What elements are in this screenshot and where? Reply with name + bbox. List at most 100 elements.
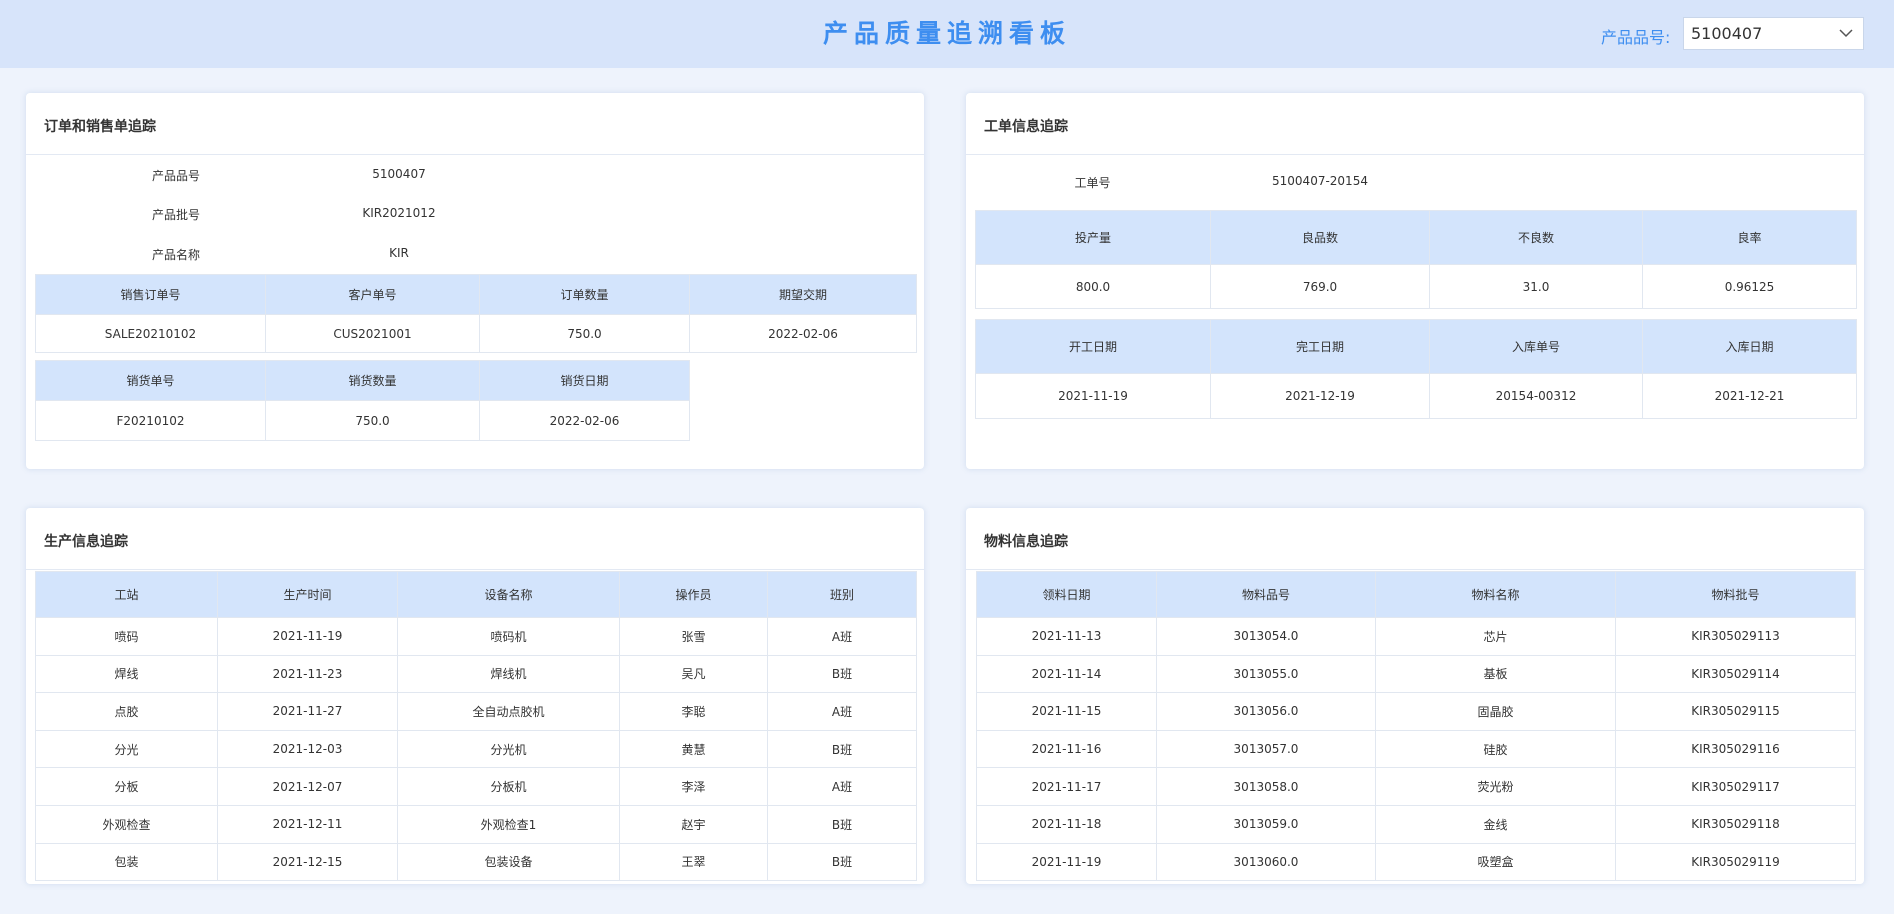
table-cell: 2022-02-06 <box>689 314 917 353</box>
table-row: 包装 2021-12-15 包装设备 王翠 B班 <box>35 842 917 882</box>
table-cell: 包装 <box>35 842 218 882</box>
table-cell: 分光 <box>35 729 218 769</box>
table-cell: CUS2021001 <box>265 314 480 353</box>
table-row: 800.0 769.0 31.0 0.96125 <box>975 264 1857 309</box>
table-cell: B班 <box>767 729 917 769</box>
column-header: 入库单号 <box>1429 319 1643 374</box>
table-cell: B班 <box>767 654 917 694</box>
table-cell: 分板 <box>35 767 218 806</box>
table-cell: 李泽 <box>619 767 768 806</box>
column-header: 班别 <box>767 571 917 618</box>
table-cell: KIR305029114 <box>1615 654 1856 694</box>
column-header: 完工日期 <box>1210 319 1430 374</box>
panel-title: 物料信息追踪 <box>966 508 1864 570</box>
table-cell: 分光机 <box>397 729 620 769</box>
table-cell: 2021-12-07 <box>217 767 398 806</box>
table-cell: 焊线 <box>35 654 218 694</box>
table-cell: 2021-11-14 <box>976 654 1157 694</box>
table-row: 2021-11-19 3013060.0 吸塑盒 KIR305029119 <box>976 842 1856 882</box>
info-value: 5100407 <box>372 167 426 181</box>
table-cell: 2021-11-16 <box>976 729 1157 769</box>
product-selector[interactable]: 5100407 <box>1683 17 1864 50</box>
info-value: KIR <box>389 246 409 260</box>
column-header: 投产量 <box>975 210 1211 265</box>
table-cell: 3013056.0 <box>1156 692 1376 731</box>
table-cell: KIR305029118 <box>1615 804 1856 844</box>
table-cell: 包装设备 <box>397 842 620 882</box>
panel-title: 订单和销售单追踪 <box>26 93 924 155</box>
column-header: 客户单号 <box>265 274 480 315</box>
table-cell: KIR305029116 <box>1615 729 1856 769</box>
column-header: 订单数量 <box>479 274 690 315</box>
production-tracking-panel: 生产信息追踪 工站 生产时间 设备名称 操作员 班别 喷码 2021-11-19 喷… <box>26 508 924 884</box>
table-cell: B班 <box>767 842 917 882</box>
table-row: 2021-11-16 3013057.0 硅胶 KIR305029116 <box>976 729 1856 769</box>
table-cell: 分板机 <box>397 767 620 806</box>
table-cell: 2022-02-06 <box>479 400 690 441</box>
table-row: 焊线 2021-11-23 焊线机 吴凡 B班 <box>35 654 917 694</box>
column-header: 领料日期 <box>976 571 1157 618</box>
table-cell: 外观检查 <box>35 804 218 844</box>
table-cell: 张雪 <box>619 617 768 656</box>
table-row: 2021-11-14 3013055.0 基板 KIR305029114 <box>976 654 1856 694</box>
workorder-dates-table: 开工日期 完工日期 入库单号 入库日期 2021-11-19 2021-12-1… <box>975 319 1857 419</box>
table-cell: 3013059.0 <box>1156 804 1376 844</box>
product-selector-label: 产品品号: <box>1601 28 1671 47</box>
table-cell: 2021-12-11 <box>217 804 398 844</box>
table-cell: 800.0 <box>975 264 1211 309</box>
product-selector-value: 5100407 <box>1691 24 1763 43</box>
column-header: 销货数量 <box>265 360 480 401</box>
table-cell: 2021-12-15 <box>217 842 398 882</box>
workorder-value: 5100407-20154 <box>1272 174 1368 188</box>
column-header: 销售订单号 <box>35 274 266 315</box>
table-cell: 芯片 <box>1375 617 1616 656</box>
production-table: 工站 生产时间 设备名称 操作员 班别 喷码 2021-11-19 喷码机 张雪 A班焊… <box>35 571 917 882</box>
table-cell: 2021-11-23 <box>217 654 398 694</box>
column-header: 设备名称 <box>397 571 620 618</box>
column-header: 良品数 <box>1210 210 1430 265</box>
shipment-table: 销货单号 销货数量 销货日期 F20210102 750.0 2022-02-0… <box>35 360 690 441</box>
table-cell: 王翠 <box>619 842 768 882</box>
table-row: 2021-11-17 3013058.0 荧光粉 KIR305029117 <box>976 767 1856 806</box>
table-cell: A班 <box>767 692 917 731</box>
table-cell: 荧光粉 <box>1375 767 1616 806</box>
table-cell: 基板 <box>1375 654 1616 694</box>
table-cell: 赵宇 <box>619 804 768 844</box>
table-cell: A班 <box>767 617 917 656</box>
table-row: 2021-11-15 3013056.0 固晶胶 KIR305029115 <box>976 692 1856 731</box>
table-row: 2021-11-19 2021-12-19 20154-00312 2021-1… <box>975 373 1857 419</box>
column-header: 入库日期 <box>1642 319 1857 374</box>
table-cell: 全自动点胶机 <box>397 692 620 731</box>
material-tracking-panel: 物料信息追踪 领料日期 物料品号 物料名称 物料批号 2021-11-13 301… <box>966 508 1864 884</box>
column-header: 操作员 <box>619 571 768 618</box>
table-cell: 硅胶 <box>1375 729 1616 769</box>
table-row: 喷码 2021-11-19 喷码机 张雪 A班 <box>35 617 917 656</box>
table-cell: 3013054.0 <box>1156 617 1376 656</box>
header-bar: 产品质量追溯看板 产品品号: 5100407 <box>0 0 1894 68</box>
materials-table: 领料日期 物料品号 物料名称 物料批号 2021-11-13 3013054.0 芯… <box>976 571 1856 882</box>
info-label: 产品批号 <box>151 208 200 222</box>
table-cell: B班 <box>767 804 917 844</box>
table-cell: 点胶 <box>35 692 218 731</box>
table-cell: 2021-11-19 <box>975 373 1211 419</box>
table-cell: 3013060.0 <box>1156 842 1376 882</box>
column-header: 良率 <box>1642 210 1857 265</box>
sales-order-table: 销售订单号 客户单号 订单数量 期望交期 SALE20210102 CUS202… <box>35 274 917 353</box>
table-cell: 2021-12-03 <box>217 729 398 769</box>
column-header: 开工日期 <box>975 319 1211 374</box>
table-cell: SALE20210102 <box>35 314 266 353</box>
table-cell: KIR305029117 <box>1615 767 1856 806</box>
table-row: 2021-11-13 3013054.0 芯片 KIR305029113 <box>976 617 1856 656</box>
workorder-tracking-panel: 工单信息追踪 工单号 5100407-20154 投产量 良品数 不良数 良率 … <box>966 93 1864 469</box>
table-cell: 750.0 <box>479 314 690 353</box>
table-cell: 3013055.0 <box>1156 654 1376 694</box>
table-cell: 3013057.0 <box>1156 729 1376 769</box>
table-cell: 2021-12-21 <box>1642 373 1857 419</box>
table-row: F20210102 750.0 2022-02-06 <box>35 400 690 441</box>
workorder-qty-table: 投产量 良品数 不良数 良率 800.0 769.0 31.0 0.96125 <box>975 210 1857 309</box>
table-cell: 吴凡 <box>619 654 768 694</box>
table-cell: 金线 <box>1375 804 1616 844</box>
table-cell: 李聪 <box>619 692 768 731</box>
panel-title: 生产信息追踪 <box>26 508 924 570</box>
table-cell: 2021-11-18 <box>976 804 1157 844</box>
